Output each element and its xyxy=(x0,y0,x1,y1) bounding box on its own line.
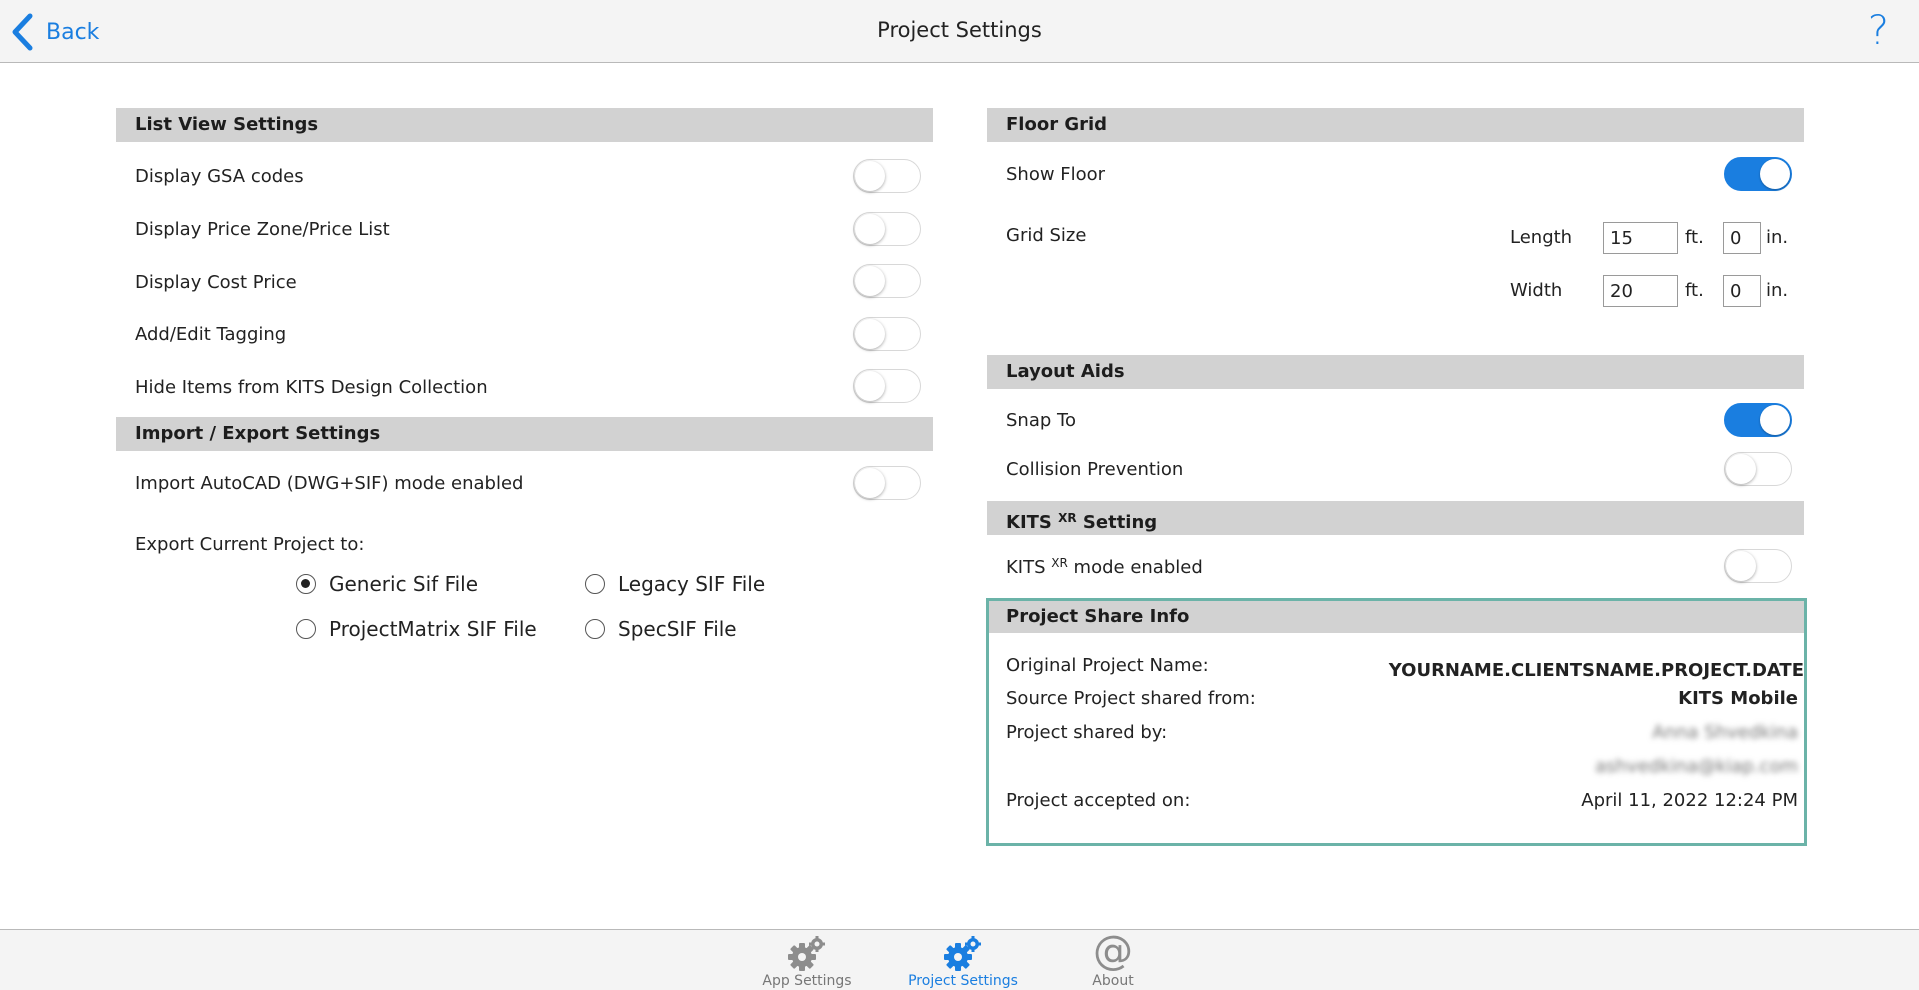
length-ft-input[interactable] xyxy=(1603,222,1678,254)
kits-xr-panel: KITS XR Setting xyxy=(987,501,1804,535)
gear-icon xyxy=(788,936,825,971)
width-ft-unit: ft. xyxy=(1685,280,1704,301)
accepted-value: April 11, 2022 12:24 PM xyxy=(1581,790,1798,811)
cost-price-label: Display Cost Price xyxy=(135,272,297,293)
export-label: Export Current Project to: xyxy=(135,534,365,555)
list-view-settings-panel: List View Settings xyxy=(116,108,933,142)
original-name-label: Original Project Name: xyxy=(1006,655,1209,676)
accepted-label: Project accepted on: xyxy=(1006,790,1191,811)
shared-by-email: ashvedkina@kiap.com xyxy=(1595,756,1798,777)
kits-xr-toggle[interactable] xyxy=(1724,549,1792,583)
shared-by-name: Anna Shvedkina xyxy=(1652,722,1798,743)
kits-xr-mode-prefix: KITS xyxy=(1006,557,1052,578)
width-ft-input[interactable] xyxy=(1603,275,1678,307)
length-in-input[interactable] xyxy=(1723,222,1761,254)
snap-to-toggle[interactable] xyxy=(1724,403,1792,437)
width-label: Width xyxy=(1510,280,1563,301)
kits-xr-mode-label: KITS XR mode enabled xyxy=(1006,556,1203,578)
kits-xr-mode-suffix: mode enabled xyxy=(1067,557,1203,578)
hide-kits-items-toggle[interactable] xyxy=(853,369,921,403)
radio-label: Generic Sif File xyxy=(329,572,479,596)
radio-legacy-sif[interactable]: Legacy SIF File xyxy=(585,572,765,596)
width-in-unit: in. xyxy=(1766,280,1789,301)
kits-xr-title-prefix: KITS xyxy=(1006,512,1059,533)
radio-label: SpecSIF File xyxy=(618,617,737,641)
kits-xr-title-suffix: Setting xyxy=(1076,512,1158,533)
length-ft-unit: ft. xyxy=(1685,227,1704,248)
tab-label: Project Settings xyxy=(908,973,1018,989)
bottom-tab-bar: App Settings Project Settings @ About xyxy=(0,928,1919,990)
length-in-unit: in. xyxy=(1766,227,1789,248)
at-icon: @ xyxy=(1093,928,1133,974)
tab-about[interactable]: @ About xyxy=(1038,928,1188,990)
shared-by-label: Project shared by: xyxy=(1006,722,1168,743)
radio-circle xyxy=(585,574,605,594)
help-icon[interactable]: ? xyxy=(1868,8,1889,54)
section-header-import-export: Import / Export Settings xyxy=(116,417,933,451)
tagging-toggle[interactable] xyxy=(853,317,921,351)
tagging-label: Add/Edit Tagging xyxy=(135,324,287,345)
length-label: Length xyxy=(1510,227,1573,248)
radio-label: ProjectMatrix SIF File xyxy=(329,617,537,641)
section-header-share-info: Project Share Info xyxy=(989,601,1804,633)
import-export-panel: Import / Export Settings xyxy=(116,417,933,451)
tab-app-settings[interactable]: App Settings xyxy=(732,930,882,990)
gear-icon xyxy=(944,936,981,971)
source-label: Source Project shared from: xyxy=(1006,688,1256,709)
hide-kits-items-label: Hide Items from KITS Design Collection xyxy=(135,377,488,398)
gsa-codes-toggle[interactable] xyxy=(853,159,921,193)
gsa-codes-label: Display GSA codes xyxy=(135,166,304,187)
radio-specsif[interactable]: SpecSIF File xyxy=(585,617,737,641)
section-header-floor-grid: Floor Grid xyxy=(987,108,1804,142)
collision-toggle[interactable] xyxy=(1724,452,1792,486)
xr-superscript: XR xyxy=(1051,556,1068,570)
radio-generic-sif[interactable]: Generic Sif File xyxy=(296,572,478,596)
radio-circle xyxy=(296,619,316,639)
tab-label: App Settings xyxy=(762,973,852,989)
snap-to-label: Snap To xyxy=(1006,410,1076,431)
source-value: KITS Mobile xyxy=(1678,688,1798,709)
grid-size-label: Grid Size xyxy=(1006,225,1087,246)
original-name-value: YOURNAME.CLIENTSNAME.PROJECT.DATE xyxy=(1388,660,1804,681)
section-header-kits-xr: KITS XR Setting xyxy=(987,501,1804,535)
collision-label: Collision Prevention xyxy=(1006,459,1184,480)
radio-projectmatrix-sif[interactable]: ProjectMatrix SIF File xyxy=(296,617,537,641)
radio-circle xyxy=(585,619,605,639)
autocad-label: Import AutoCAD (DWG+SIF) mode enabled xyxy=(135,473,524,494)
page-title: Project Settings xyxy=(877,18,1042,42)
price-zone-label: Display Price Zone/Price List xyxy=(135,219,390,240)
show-floor-toggle[interactable] xyxy=(1724,157,1792,191)
price-zone-toggle[interactable] xyxy=(853,212,921,246)
top-bar: Back Project Settings ? xyxy=(0,0,1919,63)
radio-circle xyxy=(296,574,316,594)
tab-label: About xyxy=(1092,973,1134,989)
section-header-list-view: List View Settings xyxy=(116,108,933,142)
width-in-input[interactable] xyxy=(1723,275,1761,307)
autocad-toggle[interactable] xyxy=(853,466,921,500)
xr-superscript: XR xyxy=(1058,511,1077,525)
show-floor-label: Show Floor xyxy=(1006,164,1106,185)
cost-price-toggle[interactable] xyxy=(853,264,921,298)
section-header-layout-aids: Layout Aids xyxy=(987,355,1804,389)
tab-project-settings[interactable]: Project Settings xyxy=(888,930,1038,990)
floor-grid-panel: Floor Grid xyxy=(987,108,1804,142)
radio-label: Legacy SIF File xyxy=(618,572,766,596)
layout-aids-panel: Layout Aids xyxy=(987,355,1804,389)
